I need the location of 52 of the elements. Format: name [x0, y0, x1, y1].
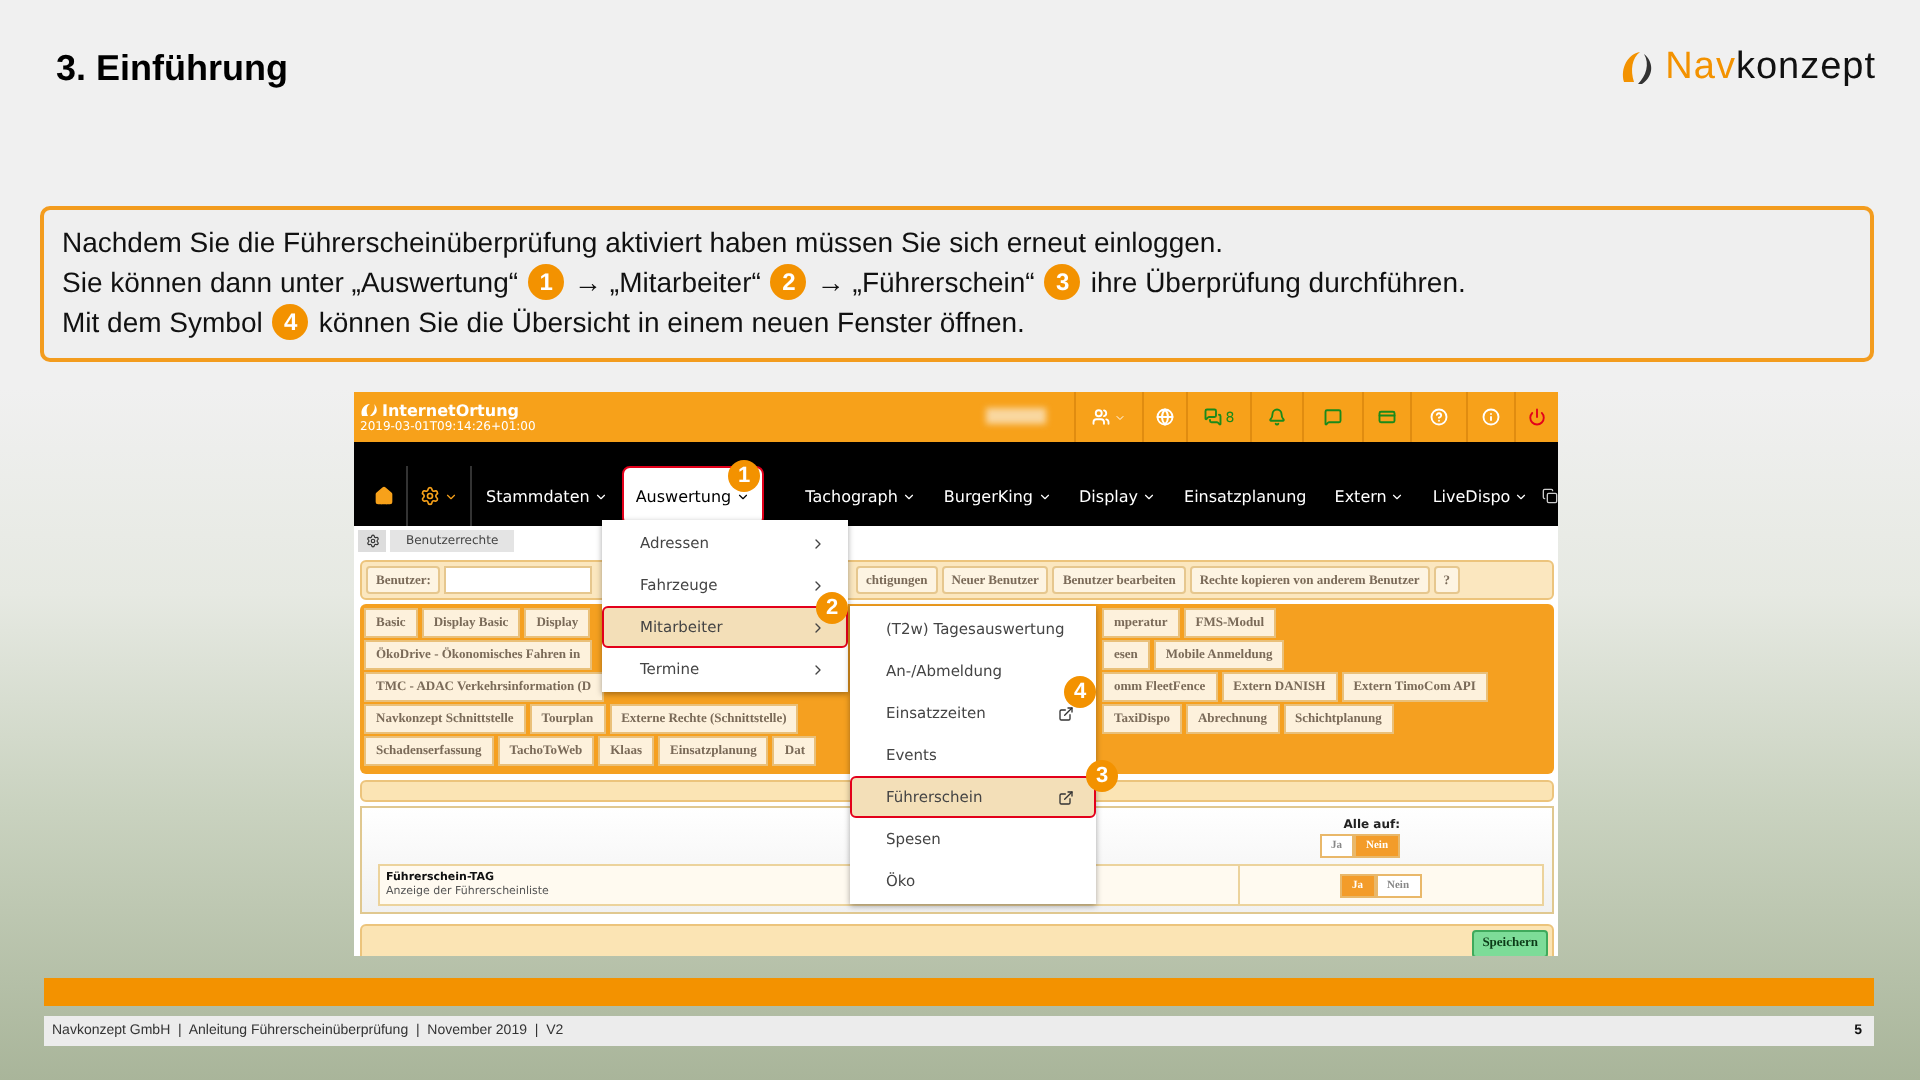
caret-icon [735, 489, 750, 503]
settings-icon [365, 533, 379, 547]
caret-icon [1390, 489, 1405, 503]
globe-icon [1156, 408, 1174, 426]
nav-menu-item[interactable]: BurgerKing [929, 466, 1066, 526]
instruction-text: Mit dem Symbol [62, 306, 263, 338]
users-icon [1092, 408, 1110, 426]
step-badge: 1 [528, 264, 565, 300]
chat-icon [1203, 408, 1222, 426]
logo-text: Navkonzept [1665, 46, 1876, 90]
nav-menu-item[interactable]: Einsatzplanung [1170, 466, 1321, 526]
step-badge: 2 [770, 264, 807, 300]
popout-icon [1058, 705, 1074, 721]
nav-menu-item[interactable]: Stammdaten [472, 466, 622, 526]
chevron-icon [810, 577, 826, 593]
brand-logo-icon [360, 402, 378, 418]
message-icon [1324, 408, 1342, 426]
chevron-icon [810, 661, 826, 677]
caret-icon [901, 489, 916, 503]
nav-menu-item[interactable]: Display [1065, 466, 1171, 526]
caret-icon [444, 489, 458, 503]
user-input-field[interactable] [444, 566, 593, 594]
brand-name: InternetOrtung [382, 401, 519, 419]
instruction-text: → „Mitarbeiter“ [574, 266, 761, 298]
chevron-icon [810, 619, 826, 635]
bell-icon [1268, 408, 1286, 426]
instruction-text: ihre Überprüfung durchführen. [1090, 266, 1466, 298]
nav-menu-item[interactable]: Tachograph [791, 466, 930, 526]
caret-icon [1114, 411, 1126, 423]
nav-menu-item[interactable]: Extern [1320, 466, 1419, 526]
help-icon [1430, 408, 1448, 426]
home-icon [374, 486, 394, 506]
nav-menu-item[interactable]: LiveDispo [1418, 466, 1543, 526]
power-icon [1528, 408, 1546, 426]
step-badge: 3 [1044, 264, 1081, 300]
info-icon [1482, 408, 1500, 426]
step-badge: 4 [272, 304, 309, 340]
instruction-text: können Sie die Übersicht in einem neuen Fenster öffnen. [318, 306, 1025, 338]
copy-icon[interactable] [1542, 488, 1558, 504]
popout-icon [1058, 789, 1074, 805]
slide-title: 3. Einführung [56, 47, 288, 89]
caret-icon [1142, 489, 1157, 503]
card-icon [1378, 408, 1396, 426]
redacted-block [986, 408, 1046, 424]
instruction-text: → „Führerschein“ [816, 266, 1035, 298]
settings-icon [420, 486, 440, 506]
instruction-text: Nachdem Sie die Führerscheinüberprüfung aktiviert haben müssen Sie sich erneut einloggen. [62, 226, 1224, 258]
instruction-text: Sie können dann unter „Auswertung“ [62, 266, 519, 298]
caret-icon [1514, 489, 1529, 503]
caret-icon [593, 489, 608, 503]
caret-icon [1037, 489, 1052, 503]
chevron-icon [810, 535, 826, 551]
